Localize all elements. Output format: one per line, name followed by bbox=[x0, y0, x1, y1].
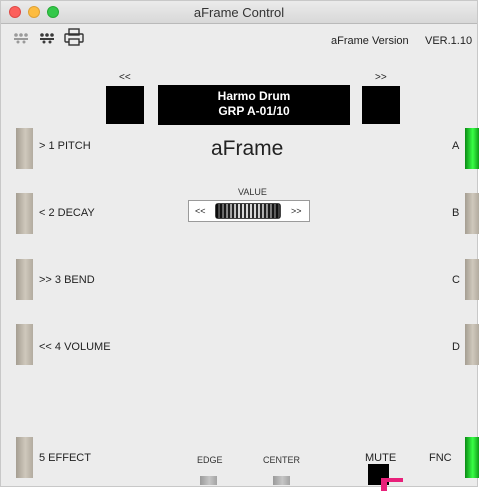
value-control: << >> bbox=[188, 200, 310, 222]
pad-b-label: B bbox=[452, 207, 460, 219]
value-decrement-button[interactable]: << bbox=[195, 206, 206, 216]
center-switch[interactable] bbox=[273, 476, 290, 485]
midi-in-icon[interactable] bbox=[12, 28, 34, 46]
pad-d-label: D bbox=[452, 341, 460, 353]
knob-bend[interactable] bbox=[16, 259, 33, 300]
value-label: VALUE bbox=[238, 187, 267, 197]
edge-label: EDGE bbox=[197, 455, 223, 465]
knob-decay-label: < 2 DECAY bbox=[39, 207, 95, 219]
fnc-label: FNC bbox=[429, 452, 452, 464]
title-bar[interactable]: aFrame Control bbox=[1, 1, 477, 24]
knob-pitch[interactable] bbox=[16, 128, 33, 169]
version-value: VER.1.10 bbox=[425, 35, 473, 47]
prev-button[interactable] bbox=[106, 86, 144, 124]
pad-b[interactable] bbox=[465, 193, 479, 234]
knob-decay[interactable] bbox=[16, 193, 33, 234]
value-increment-button[interactable]: >> bbox=[291, 206, 302, 216]
app-window: aFrame Control aFrame Version VER.1.10 <… bbox=[0, 0, 479, 487]
pad-a[interactable] bbox=[465, 128, 479, 169]
next-label: >> bbox=[375, 72, 387, 83]
knob-volume-label: << 4 VOLUME bbox=[39, 341, 111, 353]
pad-d[interactable] bbox=[465, 324, 479, 365]
knob-pitch-label: > 1 PITCH bbox=[39, 140, 91, 152]
pad-c-label: C bbox=[452, 274, 460, 286]
mute-label: MUTE bbox=[365, 452, 397, 464]
window-title: aFrame Control bbox=[193, 5, 285, 20]
prev-label: << bbox=[119, 72, 131, 83]
edge-switch[interactable] bbox=[200, 476, 217, 485]
value-wheel[interactable] bbox=[215, 203, 281, 219]
patch-name: Harmo Drum bbox=[217, 89, 291, 103]
patch-group: GRP A-01/10 bbox=[218, 104, 290, 118]
version-label: aFrame Version bbox=[331, 35, 409, 47]
next-button[interactable] bbox=[362, 86, 400, 124]
printer-icon[interactable] bbox=[63, 28, 85, 46]
knob-effect[interactable] bbox=[16, 437, 33, 478]
midi-out-icon[interactable] bbox=[38, 28, 60, 46]
mouse-cursor-icon bbox=[381, 478, 403, 491]
pad-c[interactable] bbox=[465, 259, 479, 300]
pad-a-label: A bbox=[452, 140, 460, 152]
knob-volume[interactable] bbox=[16, 324, 33, 365]
patch-display: Harmo Drum GRP A-01/10 bbox=[158, 85, 350, 125]
app-name: aFrame bbox=[211, 137, 284, 160]
fnc-pad[interactable] bbox=[465, 437, 479, 478]
knob-effect-label: 5 EFFECT bbox=[39, 452, 91, 464]
knob-bend-label: >> 3 BEND bbox=[39, 274, 95, 286]
center-label: CENTER bbox=[263, 455, 301, 465]
